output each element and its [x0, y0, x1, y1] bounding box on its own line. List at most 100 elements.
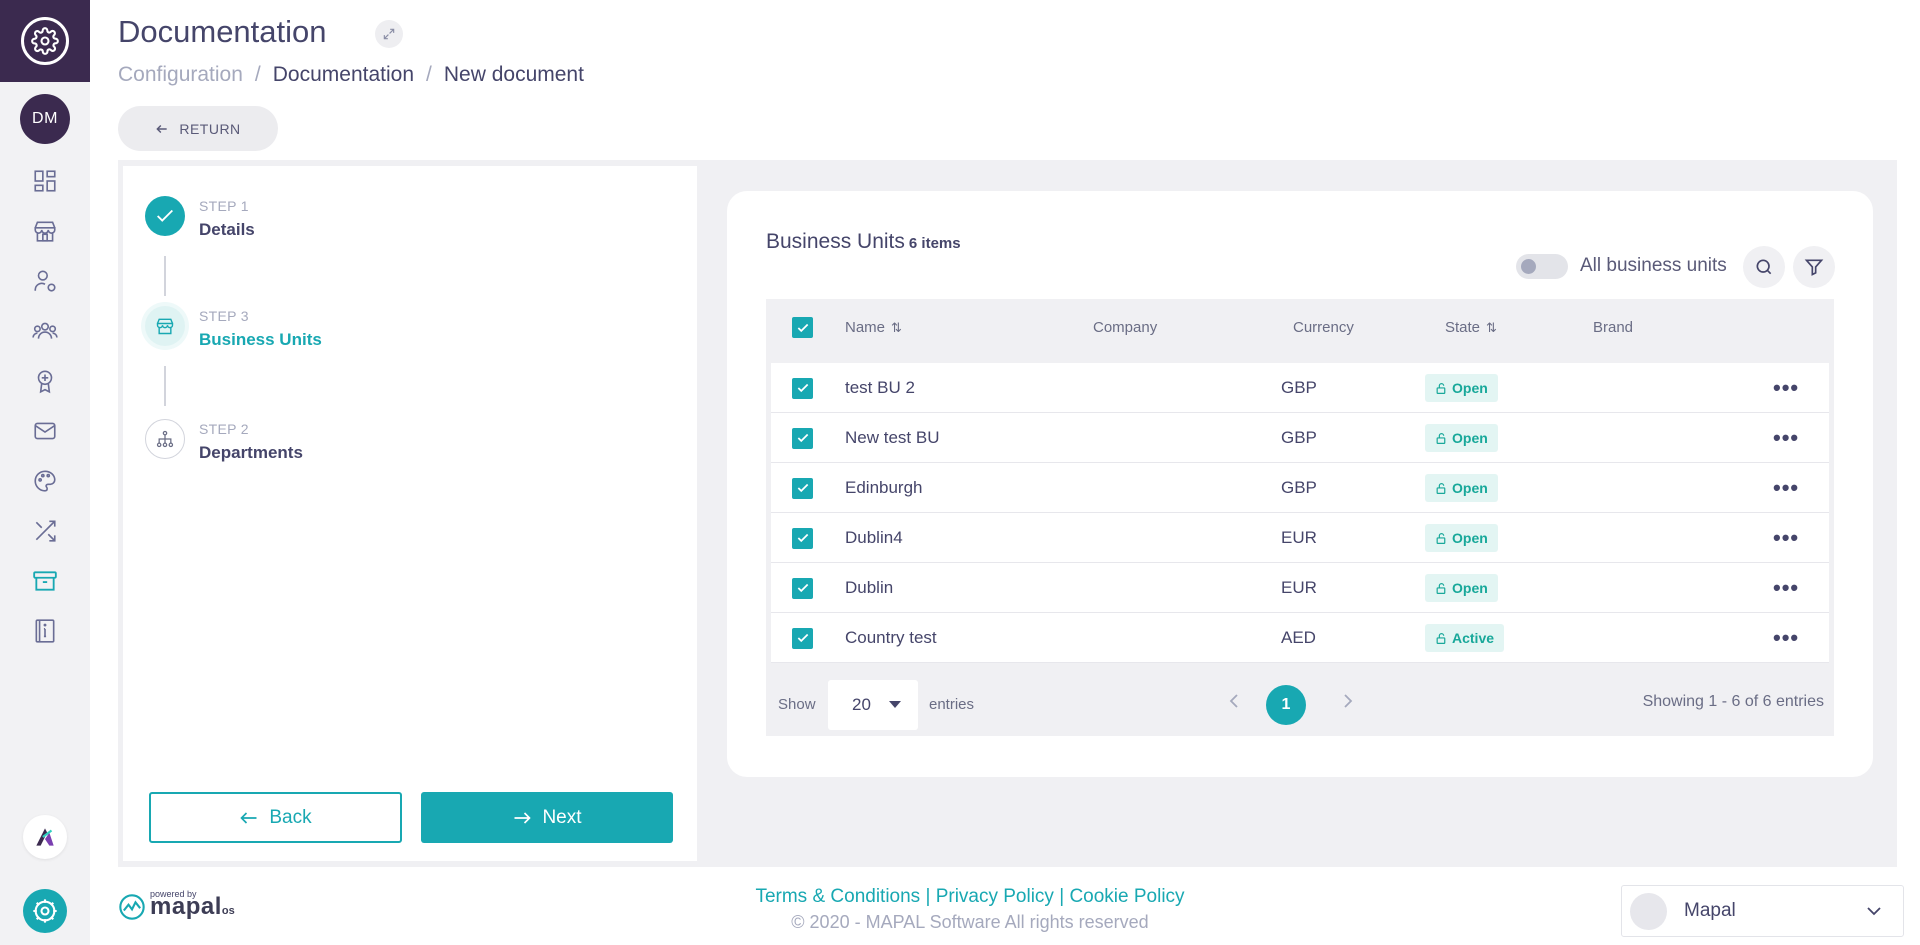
cell-currency: GBP	[1281, 378, 1317, 397]
mapal-os-suffix: os	[221, 905, 235, 917]
user-settings-icon[interactable]	[31, 267, 59, 295]
row-checkbox[interactable]	[792, 477, 813, 499]
breadcrumb-configuration[interactable]: Configuration	[118, 63, 243, 87]
chevron-right-icon[interactable]	[1342, 693, 1354, 713]
cell-currency: EUR	[1281, 528, 1317, 547]
back-label: Back	[269, 806, 312, 828]
team-icon[interactable]	[31, 317, 59, 345]
search-icon	[1756, 259, 1772, 275]
breadcrumb-new-document: New document	[443, 63, 584, 86]
step-label: STEP 1	[199, 198, 249, 214]
status-badge: Open	[1425, 424, 1498, 452]
table-row[interactable]: New test BU GBP Open •••	[771, 413, 1829, 463]
row-checkbox[interactable]	[792, 377, 813, 399]
items-count: 6 items	[908, 235, 961, 252]
back-button[interactable]: Back	[149, 792, 402, 843]
table-row[interactable]: Dublin4 EUR Open •••	[771, 513, 1829, 563]
brand-logo[interactable]	[23, 815, 67, 859]
business-units-card: Business Units 6 items All business units…	[727, 191, 1873, 777]
step-details[interactable]: STEP 1 Details	[145, 196, 255, 240]
expand-button[interactable]	[375, 20, 403, 48]
breadcrumb-documentation[interactable]: Documentation	[273, 63, 414, 87]
show-label: Show	[778, 696, 816, 713]
column-name-label: Name	[845, 319, 886, 336]
row-actions-button[interactable]: •••	[1773, 577, 1799, 599]
powered-by-label: powered by	[150, 889, 197, 899]
row-actions-button[interactable]: •••	[1773, 527, 1799, 549]
select-all-checkbox[interactable]	[792, 317, 813, 338]
table-row[interactable]: Country test AED Active •••	[771, 613, 1829, 663]
store-icon[interactable]	[31, 217, 59, 245]
table-row[interactable]: test BU 2 GBP Open •••	[771, 363, 1829, 413]
info-book-icon[interactable]	[31, 617, 59, 645]
column-brand-label: Brand	[1593, 319, 1634, 336]
shuffle-icon[interactable]	[31, 517, 59, 545]
column-name[interactable]: Name ⇅	[845, 299, 902, 356]
settings-gear-icon[interactable]	[23, 889, 67, 933]
table-row[interactable]: Dublin EUR Open •••	[771, 563, 1829, 613]
store-step-icon	[145, 306, 185, 346]
cell-currency: GBP	[1281, 478, 1317, 497]
unlock-icon	[1436, 432, 1446, 444]
cell-name: Country test	[845, 628, 937, 647]
entries-label: entries	[929, 696, 975, 713]
app-logo[interactable]	[0, 0, 90, 82]
palette-icon[interactable]	[31, 467, 59, 495]
row-checkbox[interactable]	[792, 577, 813, 599]
filter-icon	[1804, 259, 1824, 276]
archive-icon[interactable]	[31, 567, 59, 595]
column-currency: Currency	[1293, 299, 1354, 356]
column-state[interactable]: State ⇅	[1445, 299, 1497, 356]
page-button-1[interactable]: 1	[1266, 685, 1306, 725]
check-icon	[145, 196, 185, 236]
row-actions-button[interactable]: •••	[1773, 377, 1799, 399]
company-select[interactable]: Mapal	[1621, 885, 1904, 937]
caret-down-icon	[888, 701, 901, 708]
table-row[interactable]: Edinburgh GBP Open •••	[771, 463, 1829, 513]
status-badge: Open	[1425, 374, 1498, 402]
cookie-link[interactable]: Cookie Policy	[1069, 886, 1184, 907]
row-actions-button[interactable]: •••	[1773, 427, 1799, 449]
showing-entries: Showing 1 - 6 of 6 entries	[1642, 693, 1824, 710]
business-units-title: Business Units	[766, 230, 905, 253]
row-checkbox[interactable]	[792, 527, 813, 549]
mapal-logo-icon	[119, 894, 145, 920]
page-size-select[interactable]: 20	[828, 680, 918, 730]
next-button[interactable]: Next	[421, 792, 673, 843]
user-avatar[interactable]: DM	[20, 94, 70, 144]
row-checkbox[interactable]	[792, 627, 813, 649]
check-icon	[797, 583, 808, 593]
all-business-units-toggle[interactable]	[1516, 254, 1568, 279]
chevron-left-icon[interactable]	[1228, 693, 1240, 713]
steps-panel: STEP 1 Details STEP 3 Business Units STE…	[123, 166, 697, 861]
row-actions-button[interactable]: •••	[1773, 627, 1799, 649]
row-checkbox[interactable]	[792, 427, 813, 449]
cell-name: test BU 2	[845, 378, 915, 397]
privacy-link[interactable]: Privacy Policy	[936, 886, 1054, 907]
step-connector	[164, 366, 166, 406]
powered-by-logo: powered by mapalos	[118, 889, 235, 921]
return-label: RETURN	[179, 120, 241, 137]
unlock-icon	[1436, 532, 1446, 544]
sort-icon: ⇅	[891, 319, 902, 335]
hierarchy-icon	[145, 419, 185, 459]
mail-icon[interactable]	[31, 417, 59, 445]
return-button[interactable]: RETURN	[118, 106, 278, 151]
search-button[interactable]	[1743, 246, 1785, 288]
terms-link[interactable]: Terms & Conditions	[755, 886, 920, 907]
status-label: Open	[1452, 380, 1488, 396]
step-business-units[interactable]: STEP 3 Business Units	[145, 306, 322, 350]
card-title: Business Units 6 items	[766, 230, 961, 254]
footer-links: Terms & Conditions | Privacy Policy | Co…	[620, 886, 1320, 908]
step-departments[interactable]: STEP 2 Departments	[145, 419, 303, 463]
status-label: Open	[1452, 430, 1488, 446]
unlock-icon	[1436, 482, 1446, 494]
page-title: Documentation	[118, 14, 327, 49]
dashboard-icon[interactable]	[31, 167, 59, 195]
business-units-table: Name ⇅ Company Currency State ⇅ Brand test…	[766, 299, 1834, 736]
row-actions-button[interactable]: •••	[1773, 477, 1799, 499]
filter-button[interactable]	[1793, 246, 1835, 288]
step-connector	[164, 256, 166, 296]
expand-icon	[383, 28, 395, 40]
award-icon[interactable]	[31, 367, 59, 395]
